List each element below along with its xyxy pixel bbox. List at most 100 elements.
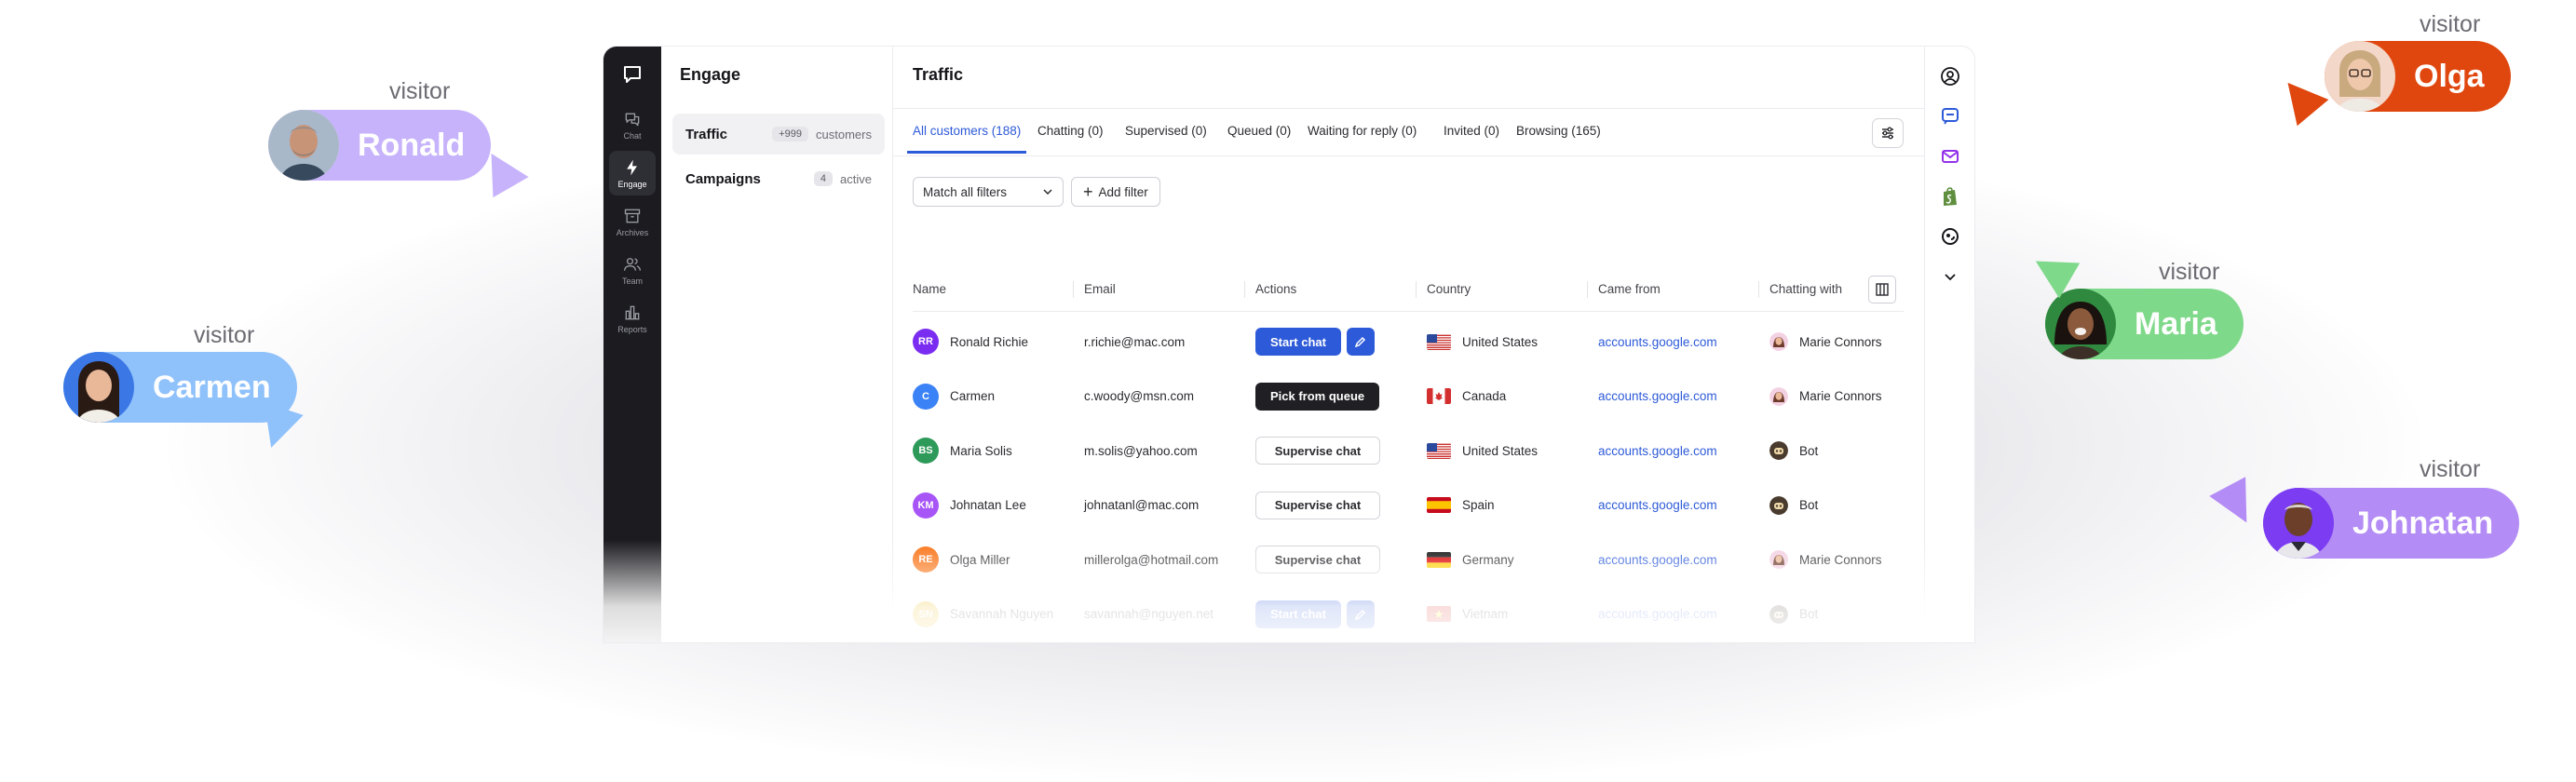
column-header-actions[interactable]: Actions [1255,268,1296,311]
edit-button[interactable] [1346,328,1375,356]
sidebar-item-label: Chat [623,130,642,141]
flag-ca-icon [1427,388,1451,404]
customer-avatar: RE [913,546,939,573]
country-cell: Germany [1427,533,1587,586]
add-filter-button[interactable]: + Add filter [1071,177,1160,207]
count-suffix: customers [816,127,872,142]
column-header-name[interactable]: Name [913,268,946,311]
table-row[interactable]: KM Johnatan Lee johnatanl@mac.com Supervise… [913,479,1904,533]
tab-queued[interactable]: Queued (0) [1227,109,1291,154]
customer-avatar: RR [913,329,939,355]
agent-name: Marie Connors [1799,389,1882,403]
visitor-badge-johnatan[interactable]: Johnatan [2263,488,2520,559]
tab-browsing[interactable]: Browsing (165) [1516,109,1601,154]
sidebar-item-archives[interactable]: Archives [609,199,656,244]
reports-icon [625,305,640,319]
filter-bar: Match all filters + Add filter [913,177,1160,207]
referrer-link[interactable]: accounts.google.com [1598,498,1717,512]
customer-avatar: SN [913,600,939,627]
customer-email: millerolga@hotmail.com [1084,552,1219,567]
supervise-chat-button[interactable]: Supervise chat [1255,491,1380,519]
agent-avatar [1769,332,1788,351]
agent-name: Bot [1799,607,1819,621]
subnav-item-campaigns[interactable]: Campaigns 4 active [672,158,885,199]
sidebar-item-team[interactable]: Team [609,248,656,292]
table-row[interactable]: BS Maria Solis m.solis@yahoo.com Supervise … [913,424,1904,478]
button-label: Supervise chat [1274,498,1362,512]
customer-name: Johnatan Lee [950,498,1026,512]
more-integrations-button[interactable] [1939,265,1961,288]
visitor-badge-olga[interactable]: Olga [2325,41,2511,112]
sidebar-item-chat[interactable]: Chat [609,102,656,147]
table-row[interactable]: RE Olga Miller millerolga@hotmail.com Super… [913,533,1904,586]
visitor-avatar [63,352,134,423]
columns-icon [1876,283,1889,296]
mailchimp-integration-button[interactable] [1939,225,1961,248]
button-label: Start chat [1270,607,1326,621]
flag-vn-icon [1427,606,1451,622]
shopify-integration-button[interactable] [1939,185,1961,208]
email-cell: r.richie@mac.com [1084,315,1244,369]
column-divider [1758,281,1759,298]
customer-email: johnatanl@mac.com [1084,498,1200,512]
agent-name: Bot [1799,498,1819,512]
button-label: Supervise chat [1274,552,1362,567]
sidebar-item-reports[interactable]: Reports [609,296,656,341]
referrer-link[interactable]: accounts.google.com [1598,607,1717,621]
supervise-chat-button[interactable]: Supervise chat [1255,437,1380,465]
tab-waiting-for-reply[interactable]: Waiting for reply (0) [1308,109,1417,154]
chatting-with-cell: Marie Connors [1769,315,1904,369]
count-badge: +999 [772,127,809,142]
lightning-icon [627,159,637,175]
referrer-link[interactable]: accounts.google.com [1598,335,1717,349]
country-cell: United States [1427,641,1587,642]
page-title: Traffic [913,65,964,84]
email-cell: m.solis@yahoo.com [1084,424,1244,478]
column-settings-button[interactable] [1868,276,1896,303]
cursor-pointer-shape [2271,69,2329,127]
tab-supervised[interactable]: Supervised (0) [1125,109,1207,154]
table-row[interactable]: RR Ronald Richie r.richie@mac.com Start cha… [913,315,1904,369]
pencil-icon [1354,336,1366,348]
visitor-badge-ronald[interactable]: Ronald [268,110,492,181]
table-row[interactable]: C Carmen c.woody@msn.com Pick from queue Can… [913,370,1904,424]
column-header-chatting-with[interactable]: Chatting with [1769,268,1842,311]
agent-name: Bot [1799,443,1819,458]
tab-invited[interactable]: Invited (0) [1444,109,1499,154]
supervise-chat-button[interactable]: Supervise chat [1255,546,1380,573]
match-filters-select[interactable]: Match all filters [913,177,1064,207]
visitor-badge-maria[interactable]: Maria [2045,289,2244,359]
referrer-link[interactable]: accounts.google.com [1598,444,1717,458]
visitor-name: Johnatan [2352,505,2494,541]
country-name: Germany [1462,552,1514,567]
start-chat-button[interactable]: Start chat [1255,328,1341,356]
count-suffix: active [840,171,872,186]
column-header-came-from[interactable]: Came from [1598,268,1661,311]
country-name: Spain [1462,498,1495,512]
visitor-label: visitor [2420,456,2481,482]
column-header-email[interactable]: Email [1084,268,1116,311]
subnav-item-traffic[interactable]: Traffic +999 customers [672,114,885,155]
mail-integration-button[interactable] [1939,145,1961,168]
profile-button[interactable] [1939,65,1961,88]
chat-integration-button[interactable] [1939,105,1961,128]
referrer-link[interactable]: accounts.google.com [1598,553,1717,567]
table-row[interactable]: GHGuy Hawkins mitchgray@hotmail.com Superv… [913,641,1904,642]
referrer-link[interactable]: accounts.google.com [1598,389,1717,403]
sidebar-item-engage[interactable]: Engage [609,151,656,196]
shopify-bag-icon [1944,187,1957,206]
edit-button[interactable] [1346,600,1375,628]
agent-name: Marie Connors [1799,334,1882,349]
tab-chatting[interactable]: Chatting (0) [1037,109,1104,154]
table-header: Name Email Actions Country Came from Cha… [913,268,1904,312]
subnav-title: Engage [680,65,741,84]
tab-all-customers[interactable]: All customers (188) [907,109,1027,154]
tab-settings-button[interactable] [1872,118,1904,148]
mailchimp-icon [1942,228,1959,245]
chevron-down-icon [1945,274,1956,281]
traffic-tabs: All customers (188) Chatting (0) Supervi… [892,108,1924,156]
column-header-country[interactable]: Country [1427,268,1471,311]
came-from-cell: accounts.google.com [1598,641,1758,642]
start-chat-button[interactable]: Start chat [1255,600,1341,628]
pick-from-queue-button[interactable]: Pick from queue [1255,382,1380,411]
